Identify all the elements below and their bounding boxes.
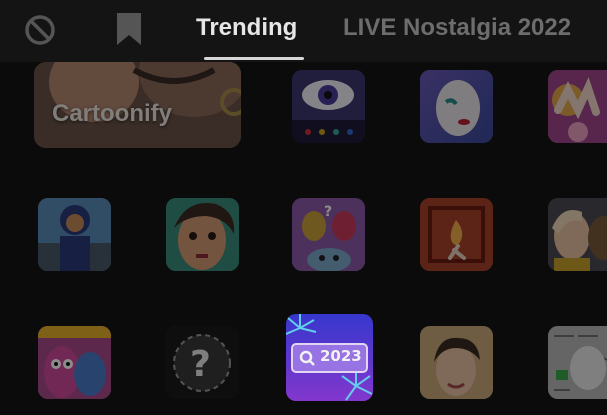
effect-title: Cartoonify [52, 100, 172, 127]
effect-hooded-figure[interactable] [38, 198, 111, 271]
effect-boy-portrait[interactable] [420, 326, 493, 399]
effects-grid: Cartoonify ? ? 2023 [0, 62, 607, 415]
effect-mystery-moon[interactable]: ? [166, 326, 239, 399]
effect-balloon-question[interactable]: ? [292, 198, 365, 271]
effect-2023-search[interactable]: 2023 [286, 314, 373, 401]
effect-face-mask[interactable] [420, 70, 493, 143]
svg-text:?: ? [190, 344, 211, 385]
bookmark-icon[interactable] [114, 11, 144, 47]
svg-text:?: ? [324, 204, 332, 220]
effect-woman-portrait[interactable] [166, 198, 239, 271]
effect-avatar-pair[interactable] [548, 198, 607, 271]
no-effect-icon[interactable] [22, 12, 58, 48]
effect-fuzzy-monsters[interactable] [38, 326, 111, 399]
search-badge-text: 2023 [320, 347, 362, 365]
effect-math-equations[interactable] [548, 326, 607, 399]
effect-hands[interactable] [548, 70, 607, 143]
tab-trending[interactable]: Trending [196, 14, 297, 42]
tab-live-nostalgia-2022[interactable]: LIVE Nostalgia 2022 [343, 14, 571, 42]
active-tab-indicator [204, 57, 304, 60]
effect-fire-frame[interactable] [420, 198, 493, 271]
effect-eye[interactable] [292, 70, 365, 143]
effect-cartoonify[interactable]: Cartoonify [34, 62, 241, 148]
effects-tab-bar: Trending LIVE Nostalgia 2022 [0, 0, 607, 62]
